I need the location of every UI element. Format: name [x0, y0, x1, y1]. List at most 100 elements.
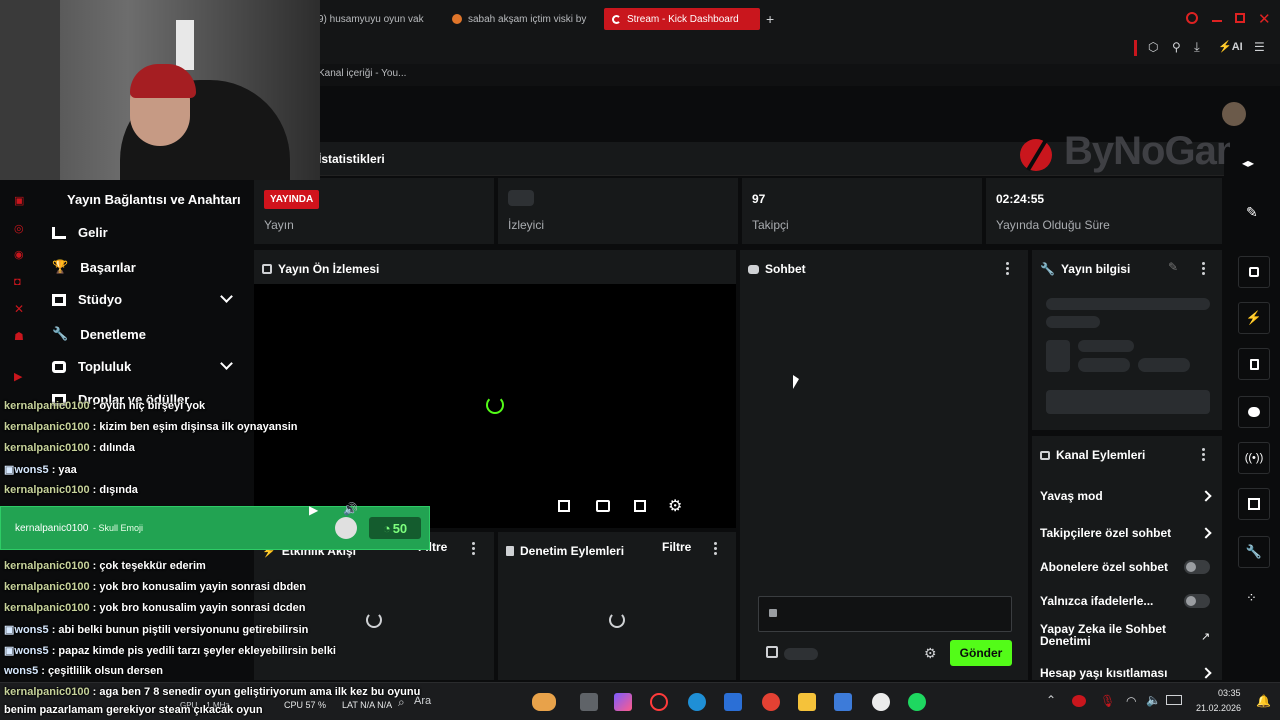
messenger-icon[interactable]: ◎: [14, 222, 24, 235]
explorer-icon[interactable]: [798, 693, 816, 711]
chat-icon[interactable]: [1238, 396, 1270, 428]
pip-icon[interactable]: [558, 500, 570, 512]
instagram-icon[interactable]: ◘: [14, 276, 21, 288]
nav-item-studio[interactable]: Stüdyo: [52, 292, 122, 307]
action-account-age[interactable]: Hesap yaşı kısıtlaması: [1040, 666, 1167, 680]
tray-chevron-icon[interactable]: ⌃: [1046, 693, 1056, 707]
minimize-icon[interactable]: [1212, 20, 1222, 22]
skeleton-button: [1046, 390, 1210, 414]
volume-icon[interactable]: 🔊: [343, 502, 358, 516]
broadcast-icon[interactable]: ((•)): [1238, 442, 1270, 474]
action-slow-mode[interactable]: Yavaş mod: [1040, 489, 1103, 503]
camera-icon[interactable]: [1238, 256, 1270, 288]
edge-icon[interactable]: [688, 693, 706, 711]
wrench-icon[interactable]: 🔧: [1238, 536, 1270, 568]
x-icon[interactable]: ✕: [14, 302, 24, 316]
chat-text: : yok bro konusalim yayin sonrasi dbden: [89, 581, 307, 593]
download-icon[interactable]: ⤓: [1194, 39, 1200, 55]
moderation-title-wrap: Denetim Eylemleri: [506, 544, 624, 558]
theater-icon[interactable]: [596, 500, 610, 512]
chat-username: kernalpanic0100: [4, 560, 90, 572]
stream-key-link[interactable]: Yayın Bağlantısı ve Anahtarı: [67, 192, 241, 207]
nav-item-moderation[interactable]: 🔧 Denetleme: [52, 326, 146, 342]
battery-icon[interactable]: [1166, 695, 1182, 705]
new-tab-button[interactable]: +: [766, 11, 774, 27]
stream-info-menu-icon[interactable]: [1202, 262, 1206, 276]
webcam-overlay: [0, 0, 320, 180]
lightning-icon[interactable]: ⚡: [1238, 302, 1270, 334]
task-view-icon[interactable]: [580, 693, 598, 711]
clock-time[interactable]: 03:35: [1218, 688, 1241, 698]
chat-input[interactable]: [758, 596, 1012, 632]
skeleton-thumb: [1046, 340, 1070, 372]
profile-icon[interactable]: ⚲: [1172, 40, 1181, 54]
spotify-icon[interactable]: [908, 693, 926, 711]
extensions-icon[interactable]: ⬡: [1148, 40, 1158, 54]
chat-menu-icon[interactable]: [1006, 262, 1010, 276]
whatsapp-icon[interactable]: ◉: [14, 248, 24, 261]
edit-icon[interactable]: ✎: [1168, 260, 1178, 274]
overlay-chat-line: kernalpanic0100 : oyun hiç birşeyi yok: [4, 400, 205, 412]
layout-icon[interactable]: [1238, 488, 1270, 520]
microphone-icon[interactable]: 🎙: [1100, 694, 1115, 708]
volume-icon[interactable]: 🔈: [1146, 693, 1161, 707]
close-icon[interactable]: ✕: [1258, 10, 1271, 28]
points-skeleton: [784, 648, 818, 660]
tray-app-icon[interactable]: [1072, 695, 1086, 707]
nav-item-revenue[interactable]: Gelir: [52, 225, 108, 240]
chat-bubble-icon: [748, 264, 759, 274]
menu-icon[interactable]: ☰: [1254, 40, 1265, 54]
gift-icon[interactable]: [766, 646, 778, 658]
activity-menu-icon[interactable]: [472, 542, 476, 556]
widget-icon[interactable]: [532, 693, 556, 711]
maximize-icon[interactable]: [1235, 13, 1245, 23]
app-icon[interactable]: [872, 693, 890, 711]
send-button[interactable]: Gönder: [950, 640, 1012, 666]
coin-icon: ◔: [382, 520, 391, 536]
play-icon[interactable]: ▶: [309, 503, 318, 517]
emotes-only-toggle[interactable]: [1184, 594, 1210, 608]
notes-icon[interactable]: [1238, 348, 1270, 380]
ai-button[interactable]: ⚡AI: [1218, 40, 1243, 53]
stat-followers: 97 Takipçi: [742, 178, 982, 244]
twitch-icon[interactable]: ▣: [14, 194, 24, 207]
copilot-icon[interactable]: [614, 693, 632, 711]
chrome-icon[interactable]: [762, 693, 780, 711]
tab-label: Stream - Kick Dashboard: [627, 13, 739, 25]
bookmark-item[interactable]: Kanal içeriği - You...: [318, 68, 406, 79]
action-followers-only[interactable]: Takipçilere özel sohbet: [1040, 526, 1171, 540]
nav-label: Başarılar: [80, 259, 136, 275]
settings-gear-icon[interactable]: ⚙: [668, 496, 682, 516]
apps-icon[interactable]: ⁘: [1246, 590, 1257, 606]
opera-icon[interactable]: [650, 693, 668, 711]
store-icon[interactable]: [724, 693, 742, 711]
discord-icon[interactable]: ☗: [14, 330, 24, 343]
browser-tab[interactable]: sabah akşam içtim viski by: [444, 8, 596, 30]
search-icon[interactable]: [1186, 12, 1198, 24]
skeleton-line: [1138, 358, 1190, 372]
stat-live: YAYINDA Yayın: [254, 178, 494, 244]
external-link-icon[interactable]: ↗: [1201, 630, 1210, 643]
subscribers-only-toggle[interactable]: [1184, 560, 1210, 574]
pencil-icon[interactable]: ✎: [1246, 204, 1258, 221]
nav-item-achievements[interactable]: 🏆 Başarılar: [52, 259, 136, 275]
notification-icon[interactable]: 🔔: [1256, 694, 1271, 708]
collapse-icon[interactable]: ◂▸: [1242, 156, 1254, 170]
moderation-filter-button[interactable]: Filtre: [662, 540, 691, 554]
clock-date[interactable]: 21.02.2026: [1196, 703, 1241, 713]
youtube-icon[interactable]: ▶: [14, 370, 22, 383]
channel-actions-menu-icon[interactable]: [1202, 448, 1206, 462]
avatar[interactable]: [1222, 102, 1246, 126]
chat-settings-icon[interactable]: ⚙: [924, 645, 937, 662]
mail-icon[interactable]: [834, 693, 852, 711]
action-ai-moderation[interactable]: Yapay Zeka ile Sohbet Denetimi: [1040, 623, 1180, 647]
wrench-icon: 🔧: [52, 326, 69, 341]
nav-item-community[interactable]: Topluluk: [52, 359, 131, 374]
moderation-menu-icon[interactable]: [714, 542, 718, 556]
wifi-icon[interactable]: ◠: [1126, 694, 1136, 708]
browser-tab[interactable]: 9) husamyuyu oyun vak: [310, 8, 436, 30]
chat-text: : dışında: [89, 484, 138, 496]
fullscreen-icon[interactable]: [634, 500, 646, 512]
mouse-cursor-icon: [793, 375, 799, 389]
browser-tab-active[interactable]: Stream - Kick Dashboard: [604, 8, 760, 30]
